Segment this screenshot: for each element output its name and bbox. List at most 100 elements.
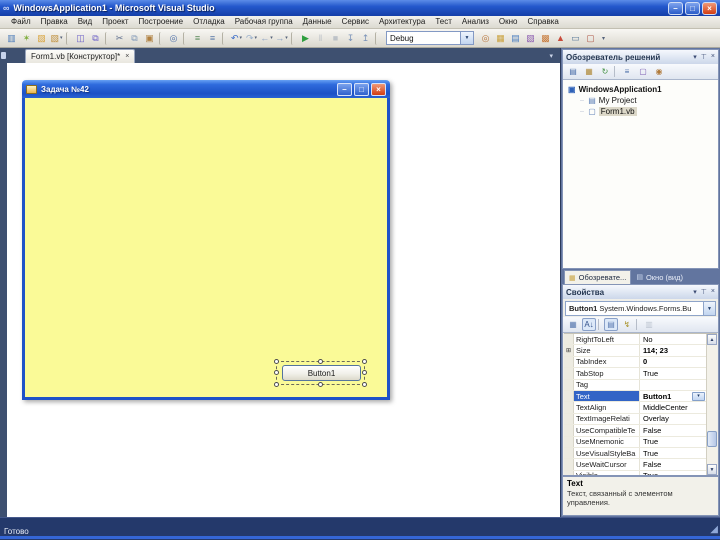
property-row[interactable]: ⊞ UseMnemonic True ▾ [564, 436, 706, 448]
button1-control[interactable]: Button1 [282, 365, 361, 381]
property-row[interactable]: ⊞ TabStop True ▾ [564, 368, 706, 380]
panel-close-icon[interactable]: × [711, 288, 715, 296]
indent-icon[interactable]: ≡ ▾ [190, 30, 205, 46]
expander-icon[interactable]: ⊞ [566, 347, 571, 354]
property-row[interactable]: ⊞ TextImageRelati Overlay ▾ [564, 413, 706, 426]
toolbar-overflow-icon[interactable]: ▾ [602, 35, 605, 42]
navigate-back-icon[interactable]: ← ▾ [259, 30, 274, 46]
categorized-icon[interactable]: ▦ [566, 318, 580, 331]
start-page-icon[interactable]: ▢ ▾ [583, 30, 598, 46]
tab-close-icon[interactable]: × [125, 53, 129, 61]
show-all-files-icon[interactable]: ▦ [582, 65, 596, 78]
resize-handle[interactable] [274, 359, 279, 364]
property-row[interactable]: ⊞ Size 114; 23 ▾ [564, 345, 706, 357]
property-row[interactable]: ⊞ TabIndex 0 ▾ [564, 356, 706, 369]
resize-handle[interactable] [362, 382, 367, 387]
pause-icon[interactable]: ‖ ▾ [313, 30, 328, 46]
undo-icon[interactable]: ↶ ▾ [229, 30, 244, 46]
start-debug-icon[interactable]: ▶ ▾ [298, 30, 313, 46]
save-icon[interactable]: ◫ ▾ [73, 30, 88, 46]
menu-item[interactable]: Правка [36, 16, 73, 28]
menu-item[interactable]: Справка [522, 16, 563, 28]
toolbar-icon[interactable]: ▾ [66, 31, 71, 45]
maximize-button[interactable]: □ [685, 1, 700, 15]
menu-item[interactable]: Проект [97, 16, 133, 28]
property-row[interactable]: ⊞ UseCompatibleTe False ▾ [564, 425, 706, 437]
refresh-icon[interactable]: ↻ [598, 65, 612, 78]
se-toolbar-icon[interactable] [614, 66, 618, 77]
resize-handle[interactable] [274, 382, 279, 387]
tree-item[interactable]: ▢ Form1.vb [563, 106, 718, 117]
property-row[interactable]: ⊞ Tag ▾ [564, 379, 706, 391]
dock-tab[interactable]: ▦ Обозревате... [564, 270, 632, 284]
properties-toolbar-icon[interactable] [636, 319, 640, 330]
open-file-icon[interactable]: ▨ ▾ [34, 30, 49, 46]
control-selection[interactable]: Button1 [274, 359, 367, 387]
menu-item[interactable]: Сервис [337, 16, 374, 28]
tree-item[interactable]: ▤ My Project [563, 95, 718, 106]
toolbox-tab-icon[interactable] [1, 52, 6, 59]
add-item-icon[interactable]: ▥ ▾ [4, 30, 19, 46]
menu-item[interactable]: Файл [6, 16, 36, 28]
panel-menu-icon[interactable]: ▾ [693, 288, 697, 296]
resize-handle[interactable] [362, 359, 367, 364]
property-row[interactable]: ⊞ UseVisualStyleBa True ▾ [564, 447, 706, 460]
menu-item[interactable]: Построение [134, 16, 189, 28]
minimize-button[interactable]: – [668, 1, 683, 15]
resize-handle[interactable] [362, 370, 367, 375]
properties-window-icon[interactable]: ▤ ▾ [508, 30, 523, 46]
stop-icon[interactable]: ■ ▾ [328, 30, 343, 46]
menu-item[interactable]: Данные [298, 16, 337, 28]
add-new-item-icon[interactable]: ▧ ▾ [49, 30, 64, 46]
property-pages-icon[interactable]: ▥ [642, 318, 656, 331]
menu-item[interactable]: Окно [494, 16, 523, 28]
property-grid-scrollbar[interactable]: ▲ ▼ [706, 334, 717, 475]
tree-item[interactable]: ▣ WindowsApplication1 [563, 84, 718, 95]
alphabetical-icon[interactable]: A↓ [582, 318, 596, 331]
cut-icon[interactable]: ✂ ▾ [112, 30, 127, 46]
solution-explorer-icon[interactable]: ▦ ▾ [493, 30, 508, 46]
toolbox-icon[interactable]: ▩ ▾ [538, 30, 553, 46]
panel-menu-icon[interactable]: ▾ [693, 53, 697, 61]
scroll-up-icon[interactable]: ▲ [707, 334, 717, 345]
panel-close-icon[interactable]: × [711, 53, 715, 61]
object-browser-icon[interactable]: ▧ ▾ [523, 30, 538, 46]
toolbar-icon[interactable]: ▾ [291, 31, 296, 45]
copy-icon[interactable]: ⧉ ▾ [127, 30, 142, 46]
designed-form[interactable]: Задача №42 – □ × Button1 [22, 80, 390, 400]
command-window-icon[interactable]: ▭ ▾ [568, 30, 583, 46]
events-icon[interactable]: ↯ [620, 318, 634, 331]
value-dropdown-button[interactable]: ▾ [692, 391, 705, 401]
property-row[interactable]: ⊞ Text Button1 ▾ [564, 390, 706, 403]
paste-icon[interactable]: ▣ ▾ [142, 30, 157, 46]
designer-canvas[interactable]: Задача №42 – □ × Button1 [7, 63, 560, 517]
object-combo-dropdown-icon[interactable]: ▼ [703, 302, 715, 315]
menu-item[interactable]: Вид [73, 16, 97, 28]
dock-tab[interactable]: ▤ Окно (вид) [632, 270, 687, 284]
property-row[interactable]: ⊞ RightToLeft No ▾ [564, 334, 706, 346]
view-code-icon[interactable]: ≡ [620, 65, 634, 78]
scrollbar-thumb[interactable] [707, 430, 717, 447]
toolbar-icon[interactable]: ▾ [159, 31, 164, 45]
menu-item[interactable]: Отладка [188, 16, 230, 28]
class-diagram-icon[interactable]: ◉ [652, 65, 666, 78]
find-in-files-icon[interactable]: ◎ ▾ [478, 30, 493, 46]
property-row[interactable]: ⊞ UseWaitCursor False ▾ [564, 459, 706, 471]
toolbar-icon[interactable]: ▾ [222, 31, 227, 45]
combo-dropdown-icon[interactable]: ▼ [460, 32, 473, 44]
view-designer-icon[interactable]: ▢ [636, 65, 650, 78]
resize-grip-icon[interactable]: ◢ [710, 525, 718, 535]
se-properties-icon[interactable]: ▤ [566, 65, 580, 78]
tab-list-chevron-icon[interactable]: ▾ [549, 52, 553, 60]
toolbar-icon[interactable]: ▾ [183, 31, 188, 45]
scroll-down-icon[interactable]: ▼ [707, 464, 717, 475]
resize-handle[interactable] [274, 370, 279, 375]
resize-handle[interactable] [317, 382, 323, 387]
resize-handle[interactable] [317, 359, 323, 364]
outdent-icon[interactable]: ≡ ▾ [205, 30, 220, 46]
find-icon[interactable]: ◎ ▾ [166, 30, 181, 46]
menu-item[interactable]: Рабочая группа [230, 16, 298, 28]
menu-item[interactable]: Анализ [457, 16, 494, 28]
pin-icon[interactable]: ⊤ [701, 288, 707, 296]
step-over-icon[interactable]: ↥ ▾ [358, 30, 373, 46]
